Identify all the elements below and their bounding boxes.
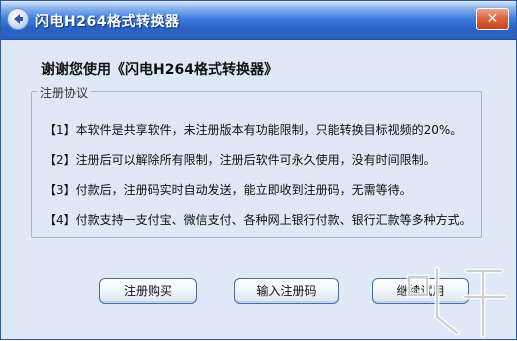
window-title: 闪电H264格式转换器 xyxy=(35,14,180,30)
agreement-item-1: 【1】本软件是共享软件，未注册版本有功能限制，只能转换目标视频的20%。 xyxy=(44,123,463,137)
welcome-heading: 谢谢您使用《闪电H264格式转换器》 xyxy=(41,62,278,78)
agreement-item-2: 【2】注册后可以解除所有限制，注册后软件可永久使用，没有时间限制。 xyxy=(44,153,436,167)
title-bar[interactable]: 闪电H264格式转换器 ✕ xyxy=(1,1,516,40)
enter-code-button[interactable]: 输入注册码 xyxy=(234,278,339,304)
agreement-legend: 注册协议 xyxy=(37,84,92,101)
app-icon xyxy=(7,8,29,30)
agreement-item-4: 【4】付款支持一支付宝、微信支付、各种网上银行付款、银行汇款等多种方式。 xyxy=(44,213,472,227)
close-button[interactable]: ✕ xyxy=(476,8,509,30)
register-dialog: 闪电H264格式转换器 ✕ 谢谢您使用《闪电H264格式转换器》 注册协议 【1… xyxy=(0,0,517,340)
agreement-item-3: 【3】付款后，注册码实时自动发送，能立即收到注册码，无需等待。 xyxy=(44,183,412,197)
register-buy-button[interactable]: 注册购买 xyxy=(99,278,197,304)
watermark-logo xyxy=(406,266,508,338)
